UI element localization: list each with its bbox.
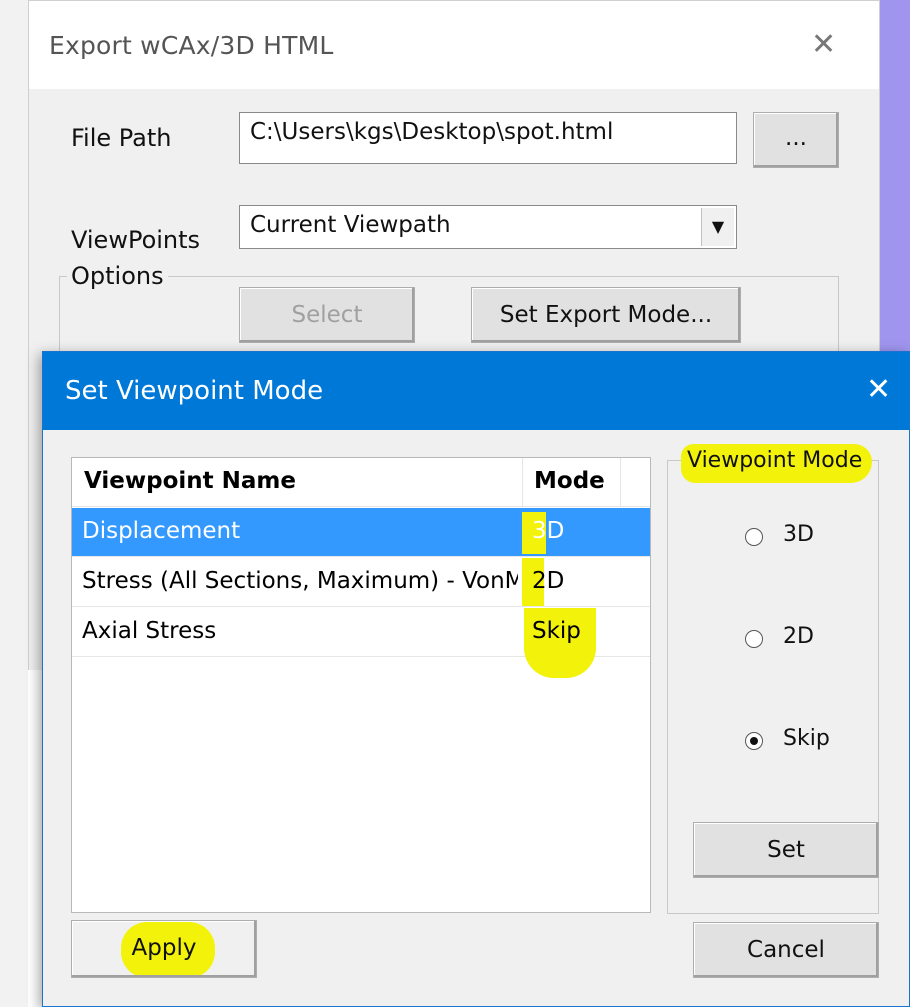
export-dialog-title: Export wCAx/3D HTML xyxy=(49,31,334,60)
row-mode: Skip xyxy=(532,618,581,644)
set-export-mode-button[interactable]: Set Export Mode... xyxy=(471,287,741,343)
list-header: Viewpoint Name Mode xyxy=(72,458,650,507)
row-name: Stress (All Sections, Maximum) - VonMise… xyxy=(82,568,518,594)
row-mode: 2D xyxy=(532,568,565,594)
column-separator[interactable] xyxy=(620,458,621,506)
file-path-label: File Path xyxy=(71,124,172,152)
apply-label: Apply xyxy=(131,935,197,961)
list-row-axial-stress[interactable]: Axial Stress Skip xyxy=(72,608,650,678)
row-name: Axial Stress xyxy=(82,618,217,644)
file-path-input[interactable]: C:\Users\kgs\Desktop\spot.html xyxy=(239,112,737,164)
browse-button[interactable]: ... xyxy=(753,112,839,168)
viewpoints-selected-value: Current Viewpath xyxy=(250,212,451,238)
options-label: Options xyxy=(67,262,168,290)
column-separator[interactable] xyxy=(522,458,523,506)
column-header-viewpoint-name[interactable]: Viewpoint Name xyxy=(84,468,296,494)
radio-button[interactable] xyxy=(745,528,763,546)
row-name: Displacement xyxy=(82,518,241,544)
viewpoints-label: ViewPoints xyxy=(71,226,201,254)
row-mode: 3D xyxy=(532,518,565,544)
viewpoint-titlebar: Set Viewpoint Mode ✕ xyxy=(43,352,909,430)
list-row-displacement[interactable]: Displacement 3D xyxy=(72,508,650,557)
background-left xyxy=(0,0,28,1007)
viewpoint-list[interactable]: Viewpoint Name Mode Displacement 3D Stre… xyxy=(71,457,651,913)
radio-label: 3D xyxy=(783,522,814,547)
close-icon[interactable]: ✕ xyxy=(866,372,891,407)
list-row-stress[interactable]: Stress (All Sections, Maximum) - VonMise… xyxy=(72,558,650,607)
cancel-button[interactable]: Cancel xyxy=(693,922,879,978)
set-button[interactable]: Set xyxy=(693,822,879,878)
close-icon[interactable]: ✕ xyxy=(811,27,836,62)
set-viewpoint-mode-dialog: Set Viewpoint Mode ✕ Viewpoint Name Mode… xyxy=(42,351,910,1007)
file-path-value: C:\Users\kgs\Desktop\spot.html xyxy=(250,119,614,145)
radio-label: Skip xyxy=(783,726,830,751)
select-button[interactable]: Select xyxy=(239,287,415,343)
radio-button-selected[interactable] xyxy=(745,732,763,750)
radio-label: 2D xyxy=(783,624,814,649)
viewpoints-dropdown[interactable]: Current Viewpath ▼ xyxy=(239,205,737,249)
radio-button[interactable] xyxy=(745,630,763,648)
apply-button[interactable]: Apply xyxy=(71,920,257,978)
export-titlebar: Export wCAx/3D HTML ✕ xyxy=(29,0,879,89)
column-header-mode[interactable]: Mode xyxy=(534,468,605,494)
viewpoint-dialog-title: Set Viewpoint Mode xyxy=(65,376,324,406)
viewpoint-mode-label: Viewpoint Mode xyxy=(681,444,873,483)
chevron-down-icon[interactable]: ▼ xyxy=(701,208,734,246)
